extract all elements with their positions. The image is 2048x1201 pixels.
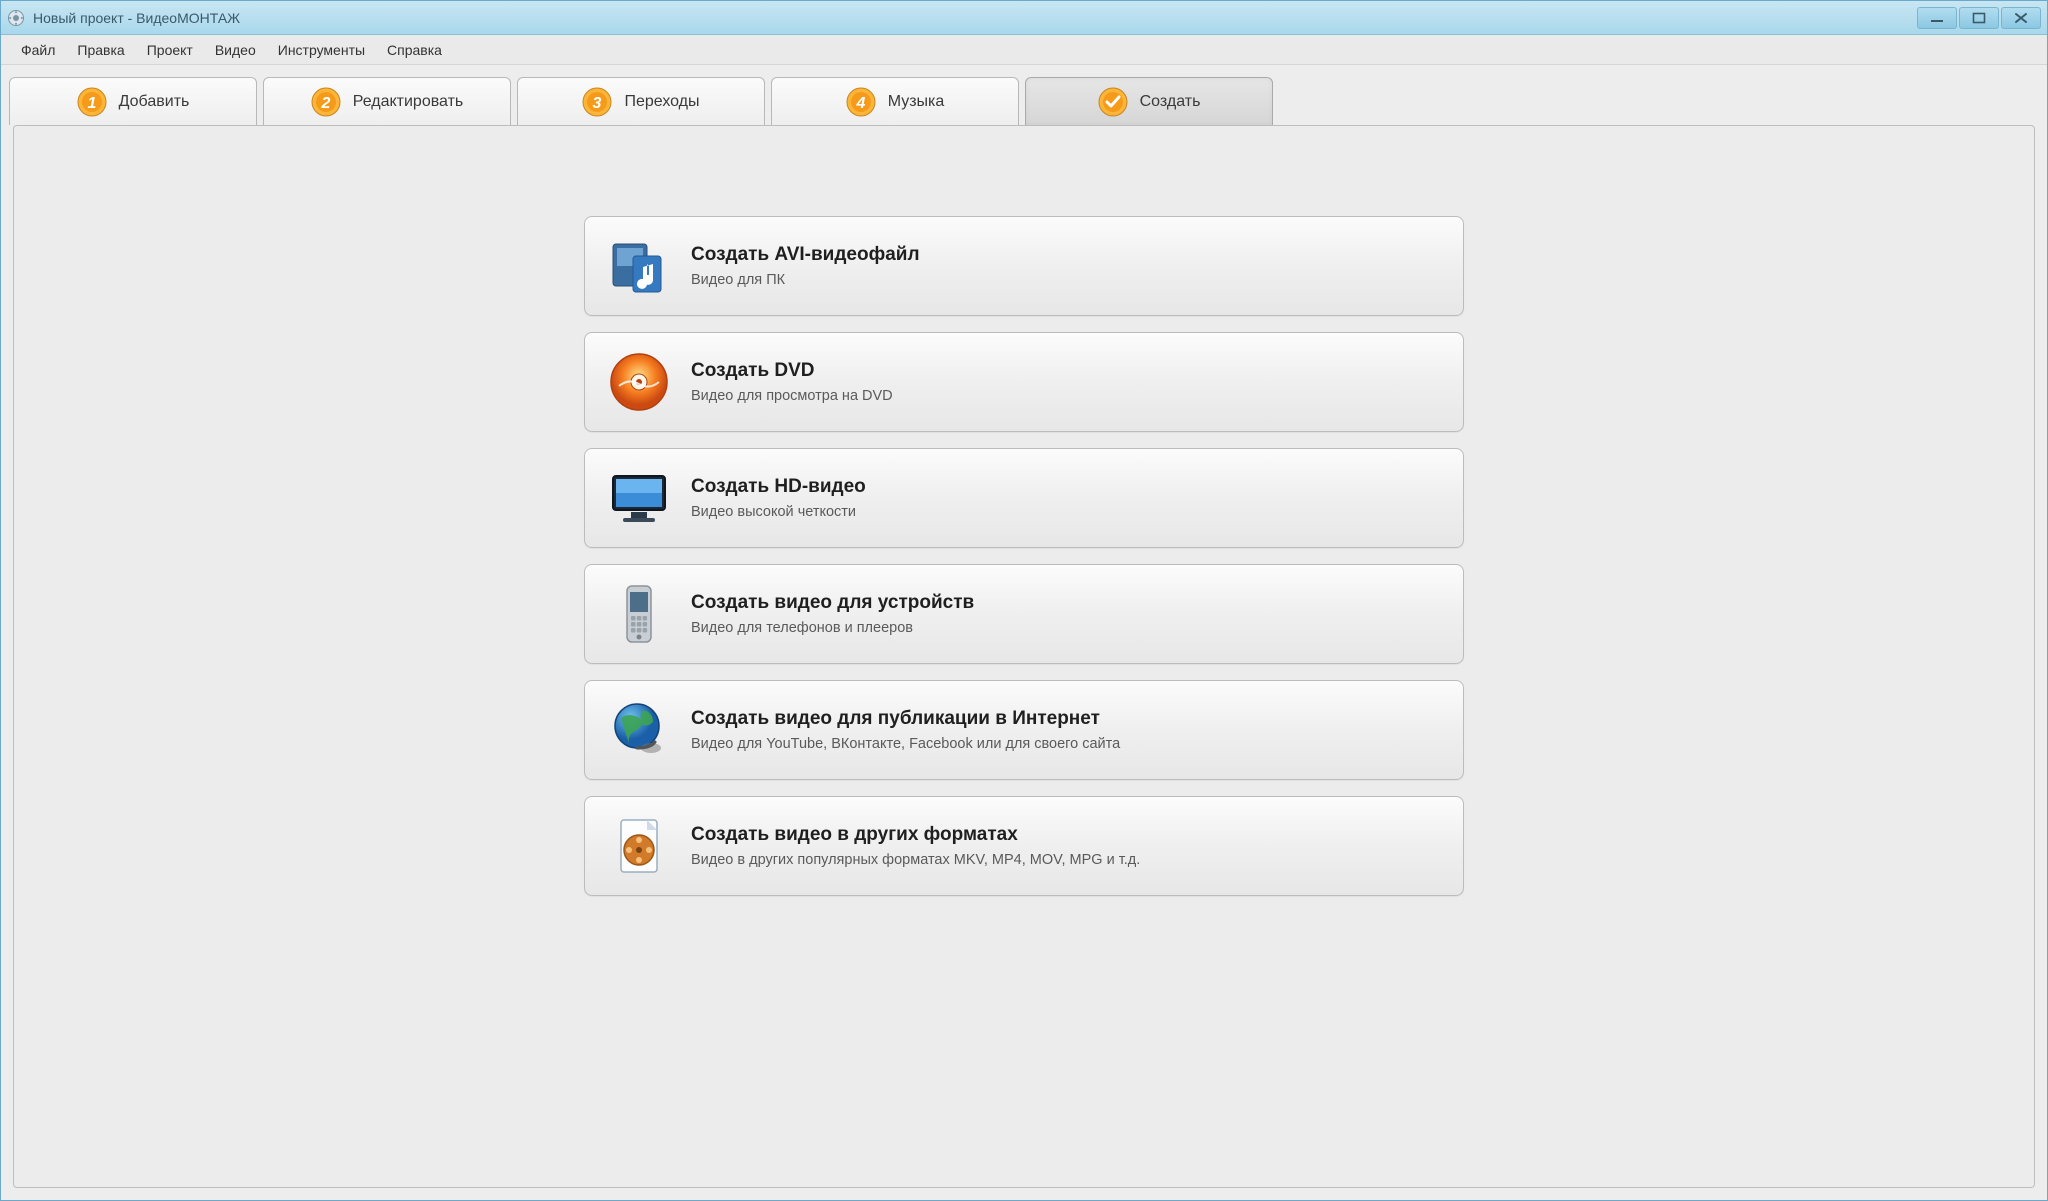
titlebar: Новый проект - ВидеоМОНТАЖ — [1, 1, 2047, 35]
tab-label: Добавить — [119, 93, 190, 111]
step1-icon: 1 — [77, 87, 107, 117]
close-button[interactable] — [2001, 7, 2041, 29]
menu-tools[interactable]: Инструменты — [268, 38, 375, 62]
tabstrip: 1 Добавить 2 Редактировать 3 Переходы 4 … — [1, 65, 2047, 125]
svg-text:1: 1 — [87, 95, 96, 112]
option-dvd[interactable]: Создать DVD Видео для просмотра на DVD — [584, 332, 1464, 432]
menubar: Файл Правка Проект Видео Инструменты Спр… — [1, 35, 2047, 65]
menu-help[interactable]: Справка — [377, 38, 452, 62]
tab-add[interactable]: 1 Добавить — [9, 77, 257, 125]
app-window: Новый проект - ВидеоМОНТАЖ Файл Правка П… — [0, 0, 2048, 1201]
option-hd[interactable]: Создать HD-видео Видео высокой четкости — [584, 448, 1464, 548]
globe-icon — [607, 698, 671, 762]
window-controls — [1917, 7, 2041, 29]
film-reel-icon — [607, 814, 671, 878]
menu-edit[interactable]: Правка — [67, 38, 134, 62]
option-title: Создать видео для публикации в Интернет — [691, 708, 1120, 730]
option-title: Создать HD-видео — [691, 476, 866, 498]
option-title: Создать видео для устройств — [691, 592, 974, 614]
avi-file-icon — [607, 234, 671, 298]
phone-icon — [607, 582, 671, 646]
dvd-disc-icon — [607, 350, 671, 414]
option-desc: Видео в других популярных форматах MKV, … — [691, 852, 1140, 868]
tab-label: Переходы — [624, 93, 699, 111]
tab-label: Создать — [1140, 93, 1201, 111]
option-text: Создать DVD Видео для просмотра на DVD — [691, 360, 893, 404]
tab-create[interactable]: Создать — [1025, 77, 1273, 125]
maximize-button[interactable] — [1959, 7, 1999, 29]
monitor-icon — [607, 466, 671, 530]
option-text: Создать видео в других форматах Видео в … — [691, 824, 1140, 868]
option-text: Создать видео для публикации в Интернет … — [691, 708, 1120, 752]
tab-label: Редактировать — [353, 93, 464, 111]
workspace: Создать AVI-видеофайл Видео для ПК Созда… — [13, 125, 2035, 1188]
tab-label: Музыка — [888, 93, 945, 111]
step4-icon: 4 — [846, 87, 876, 117]
svg-text:3: 3 — [593, 95, 602, 112]
option-avi[interactable]: Создать AVI-видеофайл Видео для ПК — [584, 216, 1464, 316]
step2-icon: 2 — [311, 87, 341, 117]
menu-file[interactable]: Файл — [11, 38, 65, 62]
option-title: Создать DVD — [691, 360, 893, 382]
option-desc: Видео высокой четкости — [691, 504, 866, 520]
option-other-formats[interactable]: Создать видео в других форматах Видео в … — [584, 796, 1464, 896]
option-desc: Видео для YouTube, ВКонтакте, Facebook и… — [691, 736, 1120, 752]
check-icon — [1098, 87, 1128, 117]
minimize-button[interactable] — [1917, 7, 1957, 29]
option-devices[interactable]: Создать видео для устройств Видео для те… — [584, 564, 1464, 664]
tab-transitions[interactable]: 3 Переходы — [517, 77, 765, 125]
tab-music[interactable]: 4 Музыка — [771, 77, 1019, 125]
svg-text:2: 2 — [320, 95, 330, 112]
option-desc: Видео для просмотра на DVD — [691, 388, 893, 404]
option-web[interactable]: Создать видео для публикации в Интернет … — [584, 680, 1464, 780]
svg-text:4: 4 — [855, 95, 865, 112]
menu-project[interactable]: Проект — [137, 38, 203, 62]
option-title: Создать видео в других форматах — [691, 824, 1140, 846]
option-title: Создать AVI-видеофайл — [691, 244, 920, 266]
tab-edit[interactable]: 2 Редактировать — [263, 77, 511, 125]
option-text: Создать видео для устройств Видео для те… — [691, 592, 974, 636]
option-text: Создать HD-видео Видео высокой четкости — [691, 476, 866, 520]
step3-icon: 3 — [582, 87, 612, 117]
menu-video[interactable]: Видео — [205, 38, 266, 62]
app-icon — [7, 9, 25, 27]
option-desc: Видео для ПК — [691, 272, 920, 288]
option-desc: Видео для телефонов и плееров — [691, 620, 974, 636]
window-title: Новый проект - ВидеоМОНТАЖ — [33, 10, 1917, 26]
option-text: Создать AVI-видеофайл Видео для ПК — [691, 244, 920, 288]
